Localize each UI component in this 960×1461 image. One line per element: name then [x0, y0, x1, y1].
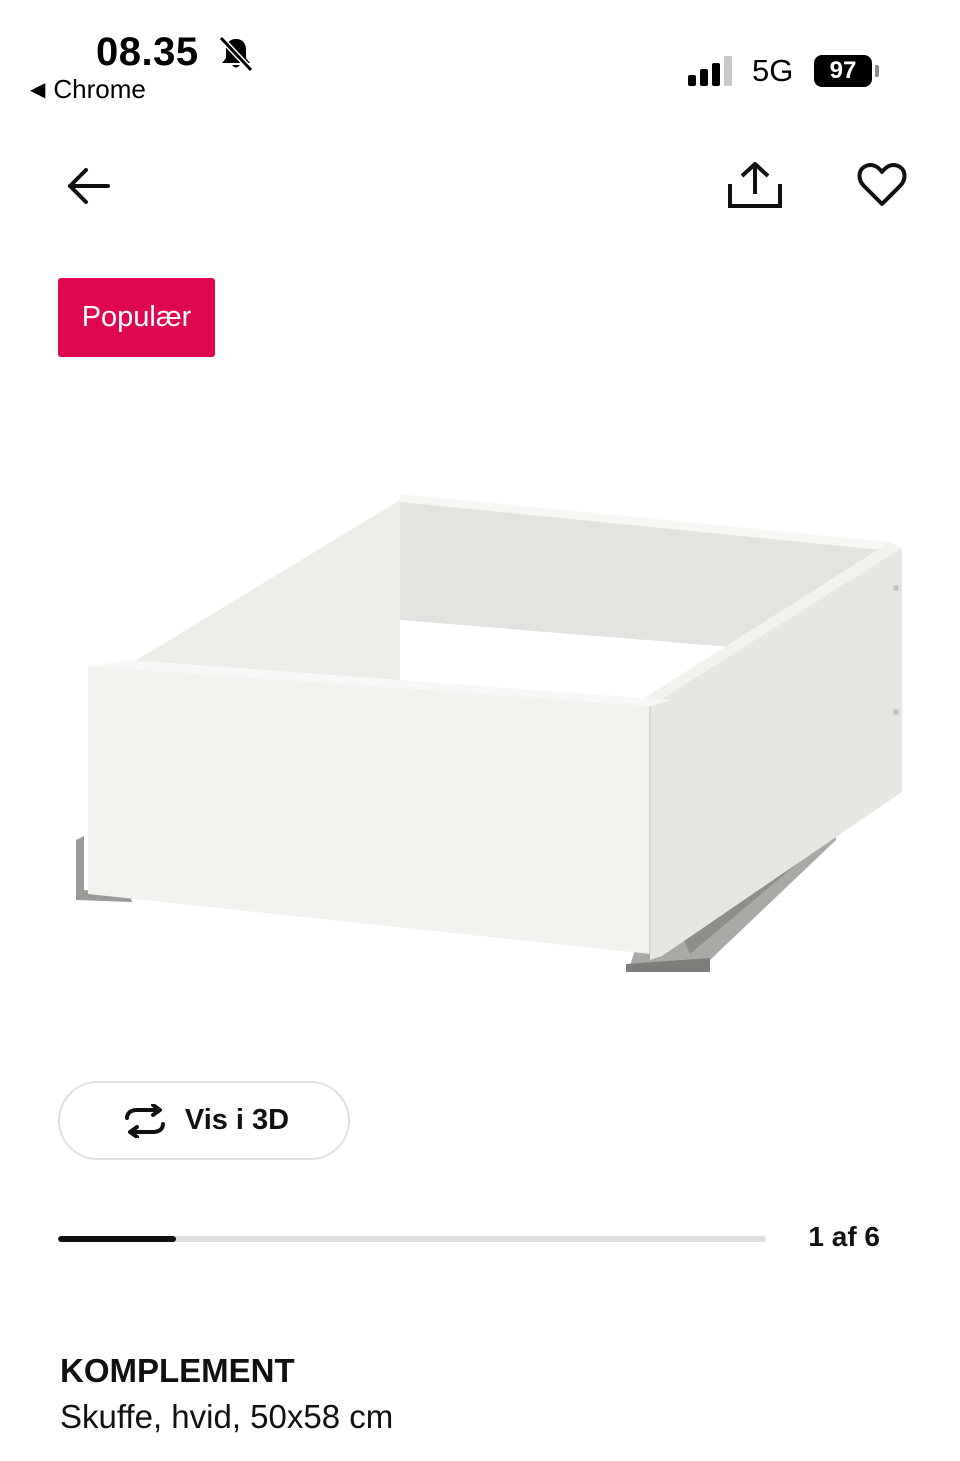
battery-nub [875, 65, 879, 77]
view-in-3d-button[interactable]: Vis i 3D [58, 1081, 350, 1160]
product-description: Skuffe, hvid, 50x58 cm [60, 1398, 394, 1435]
product-name: KOMPLEMENT [60, 1352, 295, 1389]
view-in-3d-label: Vis i 3D [184, 1104, 290, 1136]
gallery-progress-fill [58, 1236, 176, 1242]
cellular-signal-icon [688, 56, 732, 86]
network-type: 5G [752, 53, 794, 88]
back-to-app-link[interactable]: ◀ Chrome [30, 74, 146, 105]
status-time: 08.35 [96, 30, 199, 74]
heart-icon[interactable] [856, 160, 908, 210]
battery-indicator: 97 [814, 55, 872, 87]
bell-slash-icon [218, 35, 254, 73]
gallery-progress-bar [58, 1236, 766, 1242]
product-image[interactable] [70, 480, 910, 1000]
popular-badge: Populær [58, 278, 215, 357]
back-triangle-icon: ◀ [30, 78, 46, 101]
share-icon[interactable] [726, 158, 784, 214]
rotate-3d-icon [124, 1103, 165, 1138]
back-app-label: Chrome [53, 74, 146, 104]
gallery-counter: 1 af 6 [808, 1221, 880, 1252]
arrow-left-icon[interactable] [62, 160, 114, 212]
